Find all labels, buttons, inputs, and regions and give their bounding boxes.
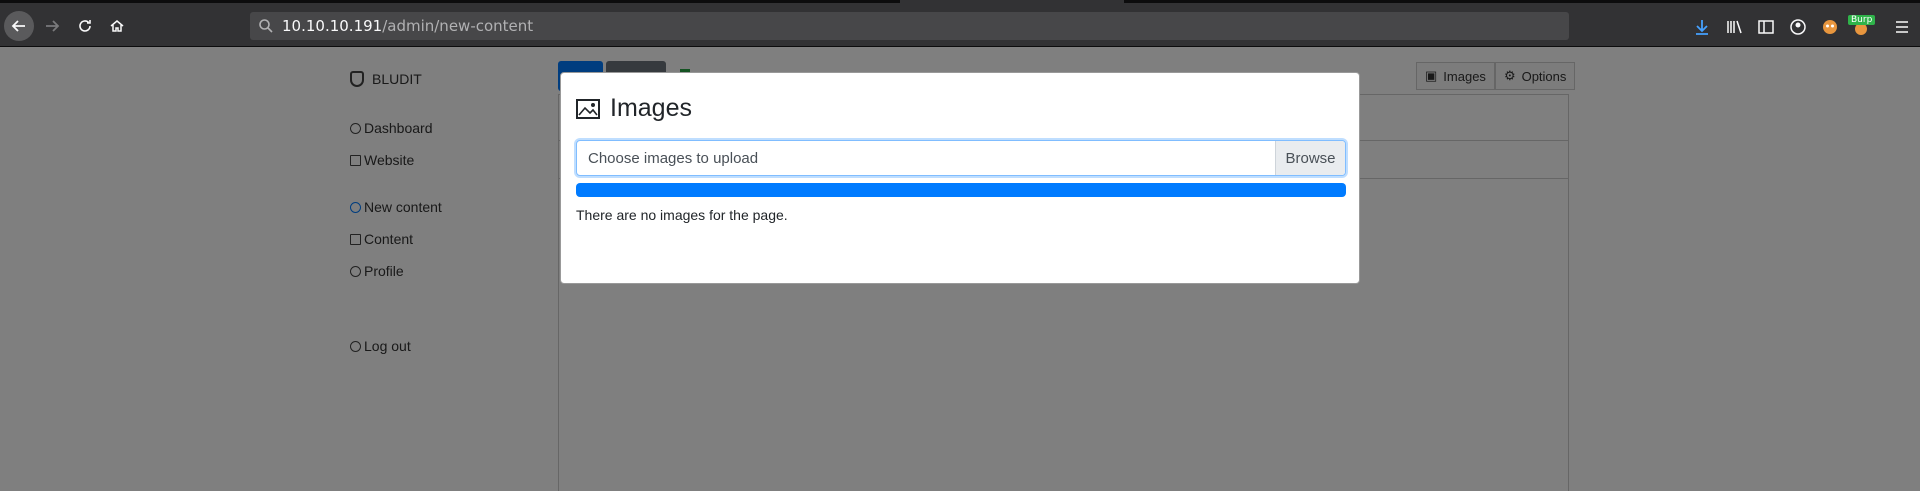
progress-fill	[576, 183, 1346, 197]
menu-button[interactable]	[1893, 18, 1911, 36]
url-text: 10.10.10.191/admin/new-content	[282, 17, 533, 35]
arrow-right-icon	[46, 20, 60, 32]
reload-button[interactable]	[70, 11, 100, 41]
burp-badge: Burp	[1848, 15, 1876, 25]
library-button[interactable]	[1725, 18, 1743, 36]
no-images-message: There are no images for the page.	[576, 207, 788, 223]
browser-toolbar: 10.10.10.191/admin/new-content Burp	[0, 3, 1920, 47]
sidebar-button[interactable]	[1757, 18, 1775, 36]
url-host: 10.10.10.191	[282, 17, 383, 35]
browse-button[interactable]: Browse	[1275, 141, 1345, 175]
reload-icon	[79, 20, 91, 32]
hamburger-icon	[1896, 21, 1908, 33]
download-icon	[1696, 20, 1708, 35]
home-icon	[110, 20, 124, 32]
image-icon	[576, 98, 600, 119]
back-button[interactable]	[4, 11, 34, 41]
extension-button[interactable]	[1821, 18, 1839, 36]
sidebar-icon	[1758, 20, 1774, 34]
account-icon	[1790, 19, 1806, 35]
search-icon	[259, 19, 273, 33]
arrow-left-icon	[11, 20, 25, 32]
image-file-input[interactable]: Choose images to upload Browse	[576, 140, 1346, 176]
home-button[interactable]	[102, 11, 132, 41]
forward-button[interactable]	[37, 11, 67, 41]
url-path: /admin/new-content	[382, 17, 534, 35]
downloads-button[interactable]	[1693, 18, 1711, 36]
library-icon	[1727, 20, 1742, 34]
extension-icon	[1823, 20, 1837, 34]
url-bar[interactable]: 10.10.10.191/admin/new-content	[250, 12, 1569, 40]
file-input-label: Choose images to upload	[588, 149, 759, 167]
modal-title-text: Images	[610, 94, 692, 122]
account-button[interactable]	[1789, 18, 1807, 36]
upload-progress-bar	[576, 183, 1346, 197]
images-modal: Images Choose images to upload Browse Th…	[560, 72, 1360, 284]
modal-title: Images	[576, 94, 692, 123]
